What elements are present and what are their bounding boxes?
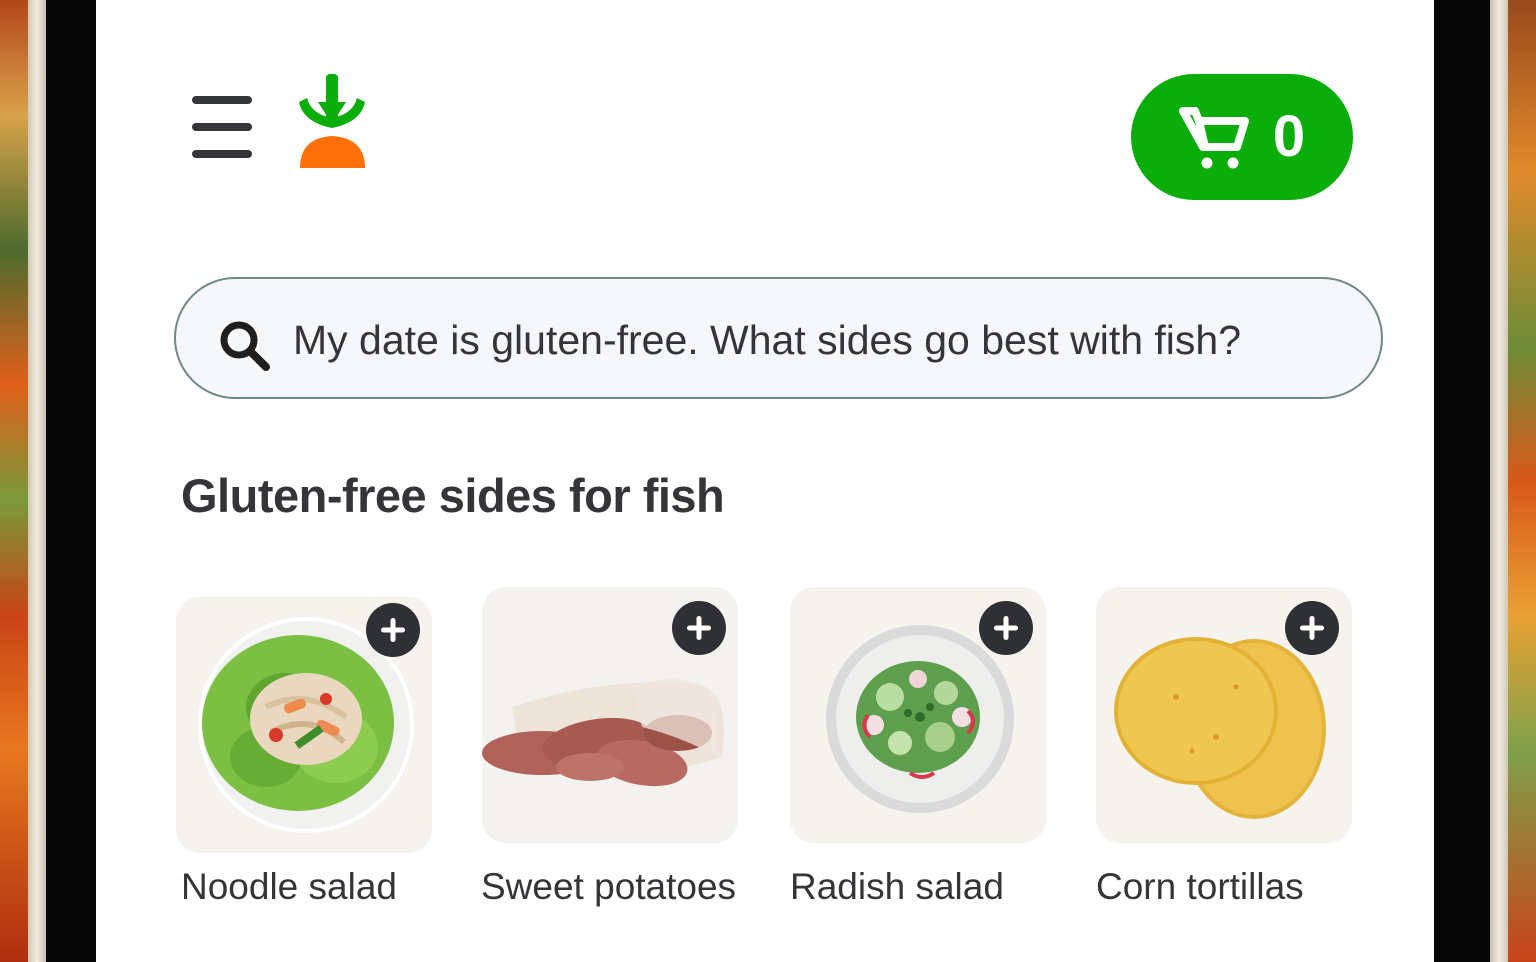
search-input[interactable]: My date is gluten-free. What sides go be… <box>174 277 1383 399</box>
product-card-sweet-potatoes[interactable] <box>482 587 738 843</box>
plus-icon <box>687 616 711 640</box>
product-label: Radish salad <box>790 866 1004 907</box>
product-label: Noodle salad <box>181 866 397 907</box>
add-to-cart-button[interactable] <box>1285 601 1339 655</box>
add-to-cart-button[interactable] <box>672 601 726 655</box>
plus-icon <box>994 616 1018 640</box>
plus-icon <box>1300 616 1324 640</box>
menu-bar-top <box>192 96 252 104</box>
product-label: Sweet potatoes <box>481 866 737 907</box>
product-card-corn-tortillas[interactable] <box>1096 587 1352 843</box>
search-icon <box>220 321 270 371</box>
product-label: Corn tortillas <box>1096 866 1304 907</box>
search-query-text: My date is gluten-free. What sides go be… <box>293 317 1242 363</box>
cart-count: 0 <box>1272 104 1306 169</box>
plus-icon <box>381 618 405 642</box>
add-to-cart-button[interactable] <box>366 603 420 657</box>
background-food-right <box>1506 0 1536 962</box>
cart-button[interactable]: 0 <box>1131 74 1353 200</box>
menu-bar-middle <box>192 123 252 131</box>
section-title: Gluten-free sides for fish <box>181 469 725 522</box>
carrot-logo-icon[interactable] <box>293 72 373 172</box>
phone-edge-right <box>1488 0 1508 962</box>
product-card-radish-salad[interactable] <box>790 587 1046 843</box>
menu-bar-bottom <box>192 150 252 158</box>
app-stage: 0 My date is gluten-free. What sides go … <box>0 0 1536 962</box>
background-food-left <box>0 0 30 962</box>
product-card-noodle-salad[interactable] <box>176 597 432 853</box>
add-to-cart-button[interactable] <box>979 601 1033 655</box>
phone-edge-left <box>28 0 48 962</box>
hamburger-menu-icon[interactable] <box>192 96 254 158</box>
shopping-cart-icon <box>1178 107 1249 169</box>
